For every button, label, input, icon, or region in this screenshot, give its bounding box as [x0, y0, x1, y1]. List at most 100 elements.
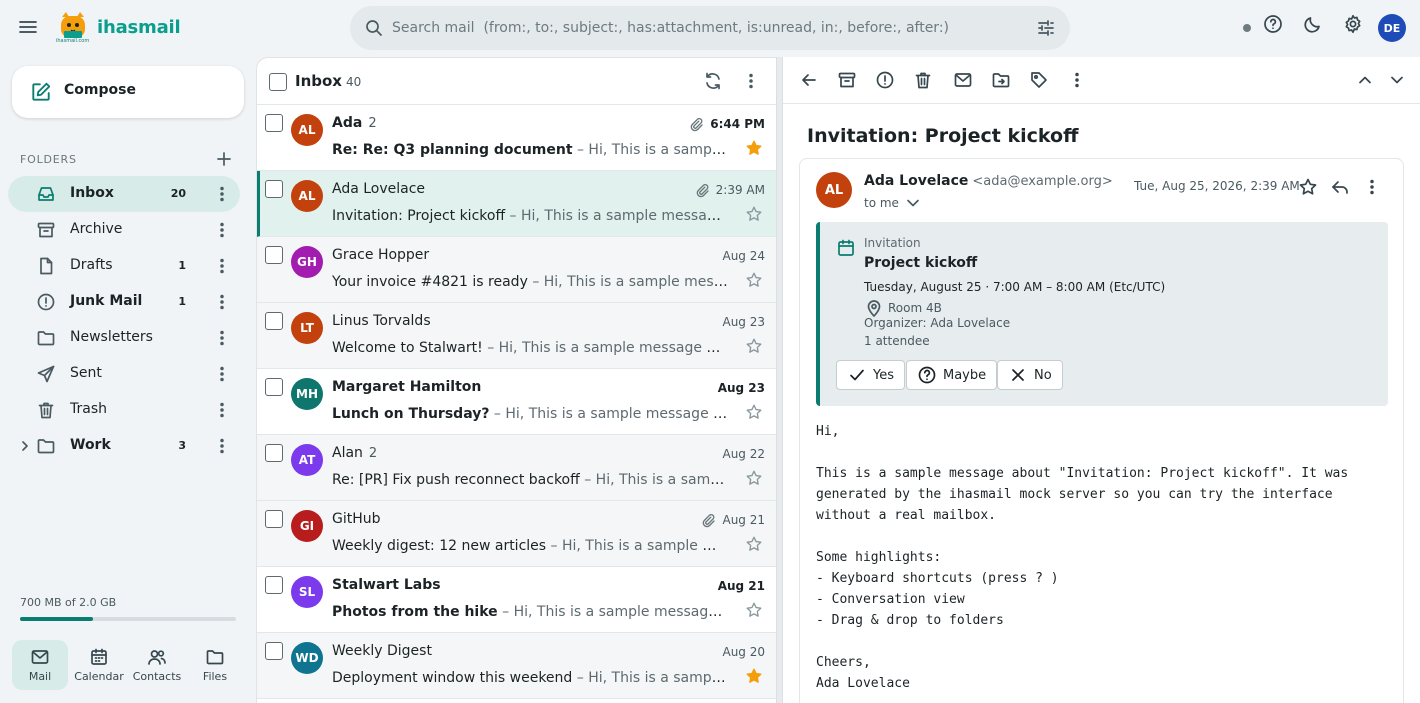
row-checkbox[interactable] — [265, 576, 283, 594]
subject-line: Deployment window this weekend – Hi, Thi… — [332, 670, 728, 686]
more-vertical-icon[interactable] — [212, 364, 232, 384]
app-files[interactable]: Files — [187, 640, 243, 690]
preview-text: – Hi, This is a sample message about "In… — [509, 208, 728, 224]
sidebar-item-work[interactable]: Work 3 — [8, 428, 240, 464]
message-row[interactable]: SL Stalwart Labs Aug 21 Photos from the hik… — [257, 567, 776, 633]
filter-options-icon[interactable] — [1036, 18, 1056, 38]
row-checkbox[interactable] — [265, 246, 283, 264]
more-vertical-icon[interactable] — [212, 400, 232, 420]
search-bar[interactable] — [350, 6, 1070, 50]
sidebar-item-newsletters[interactable]: Newsletters — [8, 320, 240, 356]
message-row[interactable]: AT Alan 2 Aug 22 Re: [PR] Fix push reconnect… — [257, 435, 776, 501]
message-row[interactable]: AL Ada 2 6:44 PM Re: Re: Q3 planning documen… — [257, 105, 776, 171]
star-icon[interactable] — [1298, 177, 1318, 197]
refresh-icon[interactable] — [703, 71, 723, 91]
chevron-right-icon[interactable] — [18, 439, 32, 453]
row-checkbox[interactable] — [265, 180, 283, 198]
rsvp-no-button[interactable]: No — [997, 360, 1063, 390]
star-icon[interactable] — [745, 337, 763, 355]
sidebar-item-label: Trash — [70, 401, 107, 417]
compose-button[interactable]: Compose — [12, 66, 244, 118]
rsvp-maybe-button[interactable]: Maybe — [906, 360, 998, 390]
sidebar-item-sent[interactable]: Sent — [8, 356, 240, 392]
app-mail[interactable]: Mail — [12, 640, 68, 690]
compose-label: Compose — [64, 82, 136, 98]
chevron-down-icon[interactable] — [1387, 70, 1407, 90]
message-list-pane: Inbox 40 AL Ada 2 6:44 PM Re: Re: Q3 plannin… — [256, 57, 776, 703]
row-checkbox[interactable] — [265, 642, 283, 660]
menu-icon[interactable] — [18, 17, 38, 37]
sidebar-item-label: Newsletters — [70, 329, 153, 345]
sender[interactable]: Ada Lovelace <ada@example.org> — [864, 173, 1113, 189]
trash-icon[interactable] — [913, 70, 933, 90]
star-icon[interactable] — [745, 139, 763, 157]
row-checkbox[interactable] — [265, 114, 283, 132]
more-vertical-icon[interactable] — [212, 436, 232, 456]
sender-email: <ada@example.org> — [972, 174, 1113, 189]
help-icon[interactable] — [1263, 14, 1283, 42]
app-calendar[interactable]: Calendar — [71, 640, 127, 690]
more-vertical-icon[interactable] — [212, 256, 232, 276]
row-checkbox[interactable] — [265, 444, 283, 462]
sidebar-item-trash[interactable]: Trash — [8, 392, 240, 428]
dark-mode-icon[interactable] — [1303, 14, 1323, 42]
subject: Lunch on Thursday? — [332, 406, 490, 422]
more-vertical-icon[interactable] — [212, 292, 232, 312]
sender-name-text: Ada — [332, 115, 363, 131]
message-row[interactable]: WD Weekly Digest Aug 20 Deployment window t… — [257, 633, 776, 699]
star-icon[interactable] — [745, 271, 763, 289]
row-checkbox[interactable] — [265, 510, 283, 528]
pane-resize-handle[interactable] — [776, 57, 783, 703]
settings-gear-icon[interactable] — [1343, 14, 1363, 42]
archive-icon[interactable] — [837, 70, 857, 90]
app-contacts[interactable]: Contacts — [129, 640, 185, 690]
star-icon[interactable] — [745, 667, 763, 685]
message-date: Aug 24 — [722, 249, 765, 263]
folder-icon — [37, 439, 55, 454]
add-folder-icon[interactable] — [214, 149, 234, 169]
more-vertical-icon[interactable] — [1067, 70, 1087, 90]
more-vertical-icon[interactable] — [212, 220, 232, 240]
message-row[interactable]: GI GitHub Aug 21 Weekly digest: 12 new arti… — [257, 501, 776, 567]
back-arrow-icon[interactable] — [799, 70, 819, 90]
more-vertical-icon[interactable] — [741, 71, 761, 91]
chevron-up-icon[interactable] — [1355, 70, 1375, 90]
sender-avatar: AL — [816, 172, 852, 208]
more-vertical-icon[interactable] — [212, 328, 232, 348]
preview-text: – Hi, This is a sample message about "Lu… — [493, 406, 728, 422]
report-spam-icon[interactable] — [875, 70, 895, 90]
sender-avatar: WD — [291, 642, 323, 674]
move-to-folder-icon[interactable] — [991, 70, 1011, 90]
message-row[interactable]: MH Margaret Hamilton Aug 23 Lunch on Thursd… — [257, 369, 776, 435]
sender-name: Ada 2 — [332, 115, 377, 131]
row-checkbox[interactable] — [265, 312, 283, 330]
sidebar-item-inbox[interactable]: Inbox 20 — [8, 176, 240, 212]
close-icon — [1012, 369, 1024, 381]
sidebar-item-drafts[interactable]: Drafts 1 — [8, 248, 240, 284]
recipients-toggle[interactable]: to me — [864, 193, 923, 213]
row-checkbox[interactable] — [265, 378, 283, 396]
rsvp-yes-button[interactable]: Yes — [836, 360, 905, 390]
sidebar-item-junk-mail[interactable]: Junk Mail 1 — [8, 284, 240, 320]
folders-heading: FOLDERS — [20, 153, 77, 166]
more-vertical-icon[interactable] — [212, 184, 232, 204]
star-icon[interactable] — [745, 403, 763, 421]
mark-unread-icon[interactable] — [953, 70, 973, 90]
sidebar-item-archive[interactable]: Archive — [8, 212, 240, 248]
star-icon[interactable] — [745, 535, 763, 553]
message-row[interactable]: AL Ada Lovelace 2:39 AM Invitation: Project… — [257, 171, 776, 237]
cat-logo-icon[interactable]: ihasmail.com — [56, 11, 89, 45]
more-vertical-icon[interactable] — [1362, 177, 1382, 197]
label-tag-icon[interactable] — [1029, 70, 1049, 90]
preview-text: – Hi, This is a sample message about "De… — [576, 670, 728, 686]
star-icon[interactable] — [745, 469, 763, 487]
search-input[interactable] — [392, 16, 1032, 40]
user-avatar[interactable]: DE — [1378, 14, 1406, 42]
reply-icon[interactable] — [1330, 177, 1350, 197]
brand-name[interactable]: ihasmail — [97, 17, 181, 38]
message-row[interactable]: LT Linus Torvalds Aug 23 Welcome to Stalwar… — [257, 303, 776, 369]
message-row[interactable]: GH Grace Hopper Aug 24 Your invoice #4821 i… — [257, 237, 776, 303]
star-icon[interactable] — [745, 601, 763, 619]
select-all-checkbox[interactable] — [269, 73, 287, 91]
star-icon[interactable] — [745, 205, 763, 223]
